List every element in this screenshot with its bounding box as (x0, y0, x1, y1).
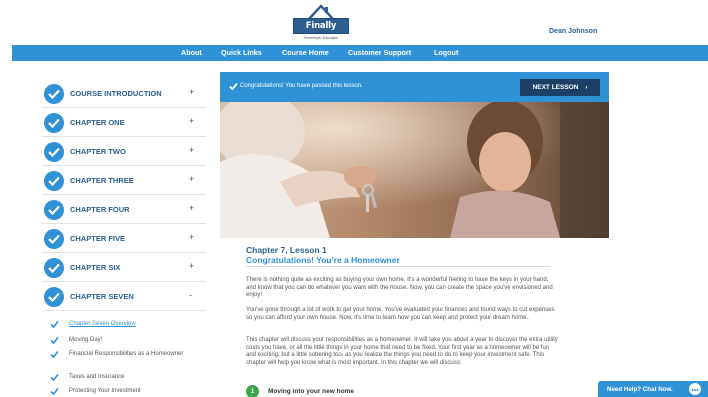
nav-logout[interactable]: Logout (434, 45, 458, 61)
expand-icon[interactable]: + (189, 145, 194, 155)
expand-icon[interactable]: + (189, 116, 194, 126)
collapse-icon[interactable]: - (189, 290, 192, 300)
divider (42, 194, 206, 195)
header: Finally Home! Homebuyer Education Dean J… (0, 0, 708, 45)
divider (42, 136, 206, 137)
check-icon (50, 320, 59, 329)
chapter-one[interactable]: CHAPTER ONE + (42, 109, 206, 137)
lesson-label: Moving Day! (69, 337, 103, 343)
check-circle-icon (44, 113, 64, 133)
check-circle-icon (44, 258, 64, 278)
next-lesson-label: NEXT LESSON (532, 84, 579, 91)
chapter-label: CHAPTER SIX (70, 263, 121, 272)
hero-image (220, 102, 609, 238)
check-circle-icon (44, 287, 64, 307)
chapter-label: CHAPTER FOUR (70, 205, 130, 214)
divider (246, 266, 551, 267)
chat-bubble-icon (689, 383, 701, 395)
divider (42, 252, 206, 253)
chapter-label: COURSE INTRODUCTION (70, 89, 162, 98)
success-message: Congratulations! You have passed this le… (240, 83, 363, 89)
logo-tagline: Homebuyer Education (303, 36, 339, 40)
list-number-badge: 1 (246, 385, 259, 397)
check-icon (229, 82, 238, 91)
lesson-subtitle: Congratulations! You're a Homeowner (246, 255, 400, 265)
expand-icon[interactable]: + (189, 261, 194, 271)
check-circle-icon (44, 142, 64, 162)
check-circle-icon (44, 229, 64, 249)
divider (42, 223, 206, 224)
logo-wordmark: Finally Home! (293, 18, 349, 45)
chapter-four[interactable]: CHAPTER FOUR + (42, 196, 206, 224)
chevron-right-icon: › (585, 84, 588, 91)
check-circle-icon (44, 171, 64, 191)
divider (42, 310, 206, 311)
divider (42, 281, 206, 282)
list-item-label: Moving into your new home (268, 388, 354, 395)
expand-icon[interactable]: + (189, 232, 194, 242)
chapter-three[interactable]: CHAPTER THREE + (42, 167, 206, 195)
chapter-two[interactable]: CHAPTER TWO + (42, 138, 206, 166)
chapter-label: CHAPTER TWO (70, 147, 126, 156)
nav-course-home[interactable]: Course Home (282, 45, 329, 61)
chapter-seven[interactable]: CHAPTER SEVEN - (42, 283, 206, 311)
lesson-paragraph: There is nothing quite as exciting as bu… (246, 277, 553, 299)
divider (42, 165, 206, 166)
expand-icon[interactable]: + (189, 87, 194, 97)
nav-quick-links[interactable]: Quick Links (221, 45, 262, 61)
chat-widget-button[interactable]: Need Help? Chat Now. (598, 381, 708, 397)
lesson-label: Chapter Seven Overview (69, 321, 136, 327)
nav-about[interactable]: About (181, 45, 202, 61)
chapter-six[interactable]: CHAPTER SIX + (42, 254, 206, 282)
chapter-course-introduction[interactable]: COURSE INTRODUCTION + (42, 80, 206, 108)
chat-label: Need Help? Chat Now. (607, 386, 673, 393)
nav-customer-support[interactable]: Customer Support (348, 45, 411, 61)
chapter-label: CHAPTER SEVEN (70, 292, 134, 301)
lesson-label: Protecting Your Investment (69, 388, 141, 394)
expand-icon[interactable]: + (189, 174, 194, 184)
check-circle-icon (44, 200, 64, 220)
next-lesson-button[interactable]: NEXT LESSON › (520, 79, 600, 96)
user-name[interactable]: Dean Johnson (549, 28, 597, 35)
check-icon (50, 387, 59, 396)
check-circle-icon (44, 84, 64, 104)
main-nav: About Quick Links Course Home Customer S… (12, 45, 708, 61)
chapter-five[interactable]: CHAPTER FIVE + (42, 225, 206, 253)
lesson-title: Chapter 7, Lesson 1 (246, 245, 327, 255)
lesson-label: Financial Responsibilities as a Homeowne… (69, 351, 184, 357)
check-icon (50, 373, 59, 382)
chapter-label: CHAPTER ONE (70, 118, 125, 127)
expand-icon[interactable]: + (189, 203, 194, 213)
lesson-paragraph: You've gone through a lot of work to get… (246, 307, 555, 321)
check-icon (50, 350, 59, 359)
chapter-label: CHAPTER FIVE (70, 234, 126, 243)
success-banner: Congratulations! You have passed this le… (220, 72, 609, 102)
lesson-paragraph: This chapter will discuss your responsib… (246, 337, 558, 366)
divider (42, 107, 206, 108)
chapter-label: CHAPTER THREE (70, 176, 134, 185)
lesson-label: Taxes and Insurance (69, 374, 125, 380)
check-icon (50, 336, 59, 345)
site-logo[interactable]: Finally Home! Homebuyer Education (293, 4, 349, 45)
